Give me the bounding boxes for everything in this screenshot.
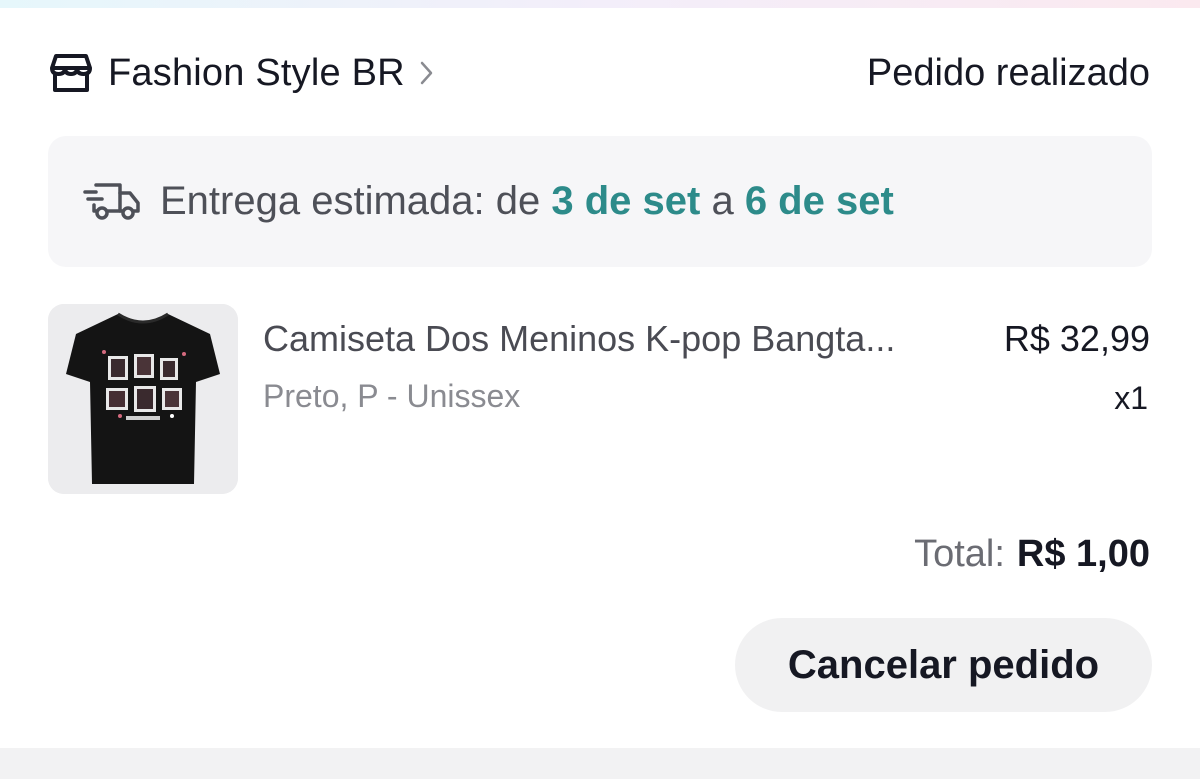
product-image[interactable] bbox=[48, 304, 238, 494]
fast-delivery-truck-icon bbox=[83, 182, 140, 220]
total-label: Total: bbox=[914, 533, 1005, 575]
product-quantity: x1 bbox=[1114, 380, 1148, 416]
chevron-right-icon bbox=[420, 61, 433, 85]
black-tshirt-image bbox=[48, 304, 238, 494]
shop-link[interactable]: Fashion Style BR bbox=[48, 50, 435, 96]
product-name[interactable]: Camiseta Dos Meninos K-pop Bangta... bbox=[263, 318, 963, 360]
shop-name: Fashion Style BR bbox=[108, 51, 405, 94]
total-value: R$ 1,00 bbox=[1016, 533, 1150, 575]
top-gradient-strip bbox=[0, 0, 1200, 8]
delivery-prefix: Entrega estimada: de bbox=[160, 179, 552, 223]
cancel-order-button[interactable]: Cancelar pedido bbox=[735, 618, 1152, 712]
section-divider bbox=[0, 748, 1200, 779]
order-total: Total: R$ 1,00 bbox=[914, 533, 1150, 576]
delivery-estimate-text: Entrega estimada: de 3 de set a 6 de set bbox=[160, 179, 894, 224]
order-status: Pedido realizado bbox=[866, 52, 1150, 94]
delivery-middle: a bbox=[700, 179, 745, 223]
delivery-start-date: 3 de set bbox=[551, 179, 701, 223]
delivery-estimate-card: Entrega estimada: de 3 de set a 6 de set bbox=[48, 136, 1152, 267]
product-price: R$ 32,99 bbox=[1003, 318, 1150, 359]
product-variant: Preto, P - Unissex bbox=[263, 378, 521, 414]
store-icon bbox=[50, 54, 92, 92]
delivery-end-date: 6 de set bbox=[744, 179, 894, 223]
